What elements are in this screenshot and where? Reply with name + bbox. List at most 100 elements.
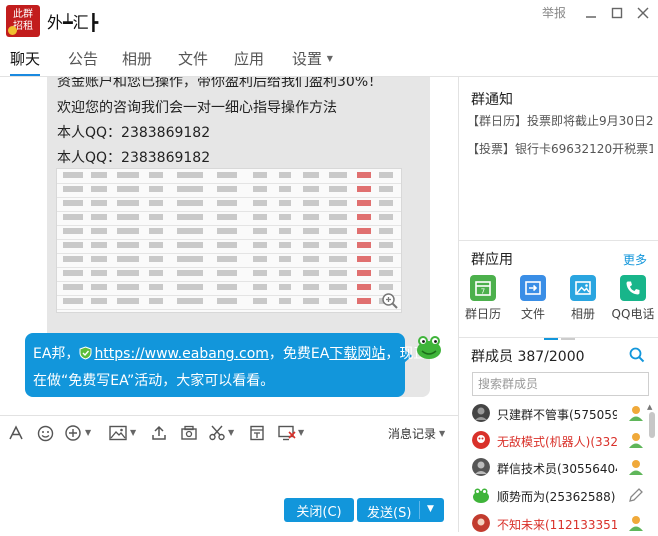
member-avatar — [473, 488, 489, 503]
member-avatar — [472, 404, 490, 422]
member-avatar — [472, 431, 490, 449]
minimize-icon[interactable] — [584, 6, 598, 20]
admin-icon — [629, 406, 643, 421]
screenshot-icon[interactable] — [179, 423, 199, 443]
tab-announcement[interactable]: 公告 — [68, 48, 98, 74]
member-list-item[interactable]: 无敌模式(机器人)(3328… — [472, 429, 652, 453]
chevron-down-icon[interactable]: ▼ — [130, 428, 136, 437]
group-name: 外┷汇┣ — [47, 13, 99, 32]
group-notice-item[interactable]: 【群日历】投票即将截止9月30日2… — [467, 112, 653, 129]
message-text-line: EA邦， https://www.eabang.com，免费EA下载网站，现正 — [33, 343, 427, 363]
message-prefix: EA邦， — [33, 346, 80, 362]
screenshot-table-row — [57, 295, 401, 310]
member-list-item[interactable]: 不知未来(1121333518) — [472, 512, 652, 536]
tab-files[interactable]: 文件 — [178, 48, 208, 74]
admin-icon — [629, 433, 643, 448]
report-button[interactable]: 举报 — [542, 4, 566, 21]
group-notice-item[interactable]: 【投票】银行卡69632120开税票15… — [467, 140, 653, 157]
shield-icon — [79, 346, 92, 360]
chevron-down-icon[interactable]: ▼ — [427, 504, 434, 514]
member-name: 顺势而为(25362588) — [497, 490, 616, 504]
app-qq-call[interactable]: QQ电话 — [608, 275, 658, 322]
chevron-down-icon[interactable]: ▼ — [228, 428, 234, 437]
message-mid: ，免费EA — [268, 346, 330, 362]
input-divider — [0, 415, 458, 416]
message-screenshot-image[interactable] — [56, 168, 402, 313]
screenshot-table-row — [57, 239, 401, 254]
upload-icon[interactable] — [149, 423, 169, 443]
svg-text:7: 7 — [481, 288, 485, 296]
tab-album[interactable]: 相册 — [122, 48, 152, 74]
member-list-item[interactable]: 只建群不管事(575059… — [472, 402, 652, 426]
message-underlined-text[interactable]: 下载网站 — [329, 346, 385, 362]
close-button[interactable]: 关闭(C) — [284, 498, 354, 522]
screenshot-table-row — [57, 169, 401, 184]
member-avatar — [472, 458, 490, 476]
chat-area[interactable]: 资金账户和您已操作，带你盈利后给我们盈利30%！ 欢迎您的咨询我们会一对一细心指… — [0, 77, 458, 415]
tab-bar: 聊天 公告 相册 文件 应用 设置 ▼ — [0, 48, 658, 76]
screenshot-table-row — [57, 211, 401, 226]
admin-icon — [629, 460, 643, 475]
member-search-input[interactable] — [472, 372, 649, 396]
member-name: 只建群不管事(575059… — [497, 408, 617, 422]
app-files[interactable]: 文件 — [508, 275, 558, 322]
member-avatar — [472, 514, 490, 532]
message-text-line: 欢迎您的咨询我们会一对一细心指导操作方法 — [57, 100, 337, 116]
avatar-ring-icon — [8, 26, 17, 35]
phone-icon — [620, 275, 646, 301]
member-list-item[interactable]: 群信技术员(30556404… — [472, 456, 652, 480]
member-name: 无敌模式(机器人)(3328… — [497, 435, 617, 449]
screenshot-table-row — [57, 225, 401, 240]
more-apps-link[interactable]: 更多 — [623, 251, 647, 268]
app-calendar[interactable]: 7 群日历 — [458, 275, 508, 322]
admin-icon — [629, 516, 643, 531]
app-label: 文件 — [520, 307, 545, 321]
screenshot-table-row — [57, 253, 401, 268]
tab-settings[interactable]: 设置 ▼ — [292, 48, 333, 74]
chevron-down-icon: ▼ — [439, 429, 446, 438]
gif-icon[interactable] — [63, 423, 83, 443]
chevron-down-icon[interactable]: ▼ — [298, 428, 304, 437]
emoji-icon[interactable] — [35, 423, 55, 443]
remote-assist-icon[interactable] — [277, 423, 297, 443]
message-link[interactable]: https://www.eabang.com — [94, 346, 268, 362]
image-icon[interactable] — [108, 423, 128, 443]
screenshot-table-row — [57, 197, 401, 212]
message-input[interactable] — [0, 448, 458, 494]
member-list-item[interactable]: 顺势而为(25362588) — [472, 484, 652, 508]
message-history-button[interactable]: 消息记录 ▼ — [388, 425, 445, 442]
tab-apps[interactable]: 应用 — [234, 48, 264, 74]
message-text-line: 在做“免费写EA”活动，大家可以看看。 — [33, 373, 275, 389]
zoom-in-icon[interactable] — [381, 292, 399, 310]
group-members-title: 群成员 387/2000 — [471, 349, 585, 365]
send-button-label: 发送(S) — [367, 506, 412, 521]
scissors-icon[interactable] — [207, 423, 227, 443]
maximize-icon[interactable] — [610, 6, 624, 20]
member-name: 群信技术员(30556404… — [497, 462, 617, 476]
close-icon[interactable] — [636, 6, 650, 20]
frog-avatar-icon[interactable] — [414, 332, 444, 362]
screenshot-table-row — [57, 281, 401, 296]
search-icon[interactable] — [629, 347, 645, 363]
group-avatar[interactable]: 此群招租 — [6, 5, 40, 37]
section-divider — [459, 337, 658, 338]
tab-chat[interactable]: 聊天 — [10, 48, 41, 76]
edit-icon[interactable] — [627, 486, 645, 504]
red-packet-icon[interactable] — [247, 423, 267, 443]
title-bar: 此群招租 外┷汇┣ 举报 — [0, 0, 658, 40]
section-divider — [459, 240, 658, 241]
file-transfer-icon — [520, 275, 546, 301]
font-icon[interactable] — [6, 423, 26, 443]
send-button[interactable]: 发送(S) ▼ — [357, 498, 444, 522]
photo-album-icon — [570, 275, 596, 301]
chevron-down-icon[interactable]: ▼ — [85, 428, 91, 437]
scrollbar-thumb[interactable] — [649, 412, 655, 438]
message-text-line: 本人QQ：2383869182 — [57, 150, 211, 166]
app-label: 相册 — [570, 307, 595, 321]
app-album[interactable]: 相册 — [558, 275, 608, 322]
message-bubble-sent: EA邦， https://www.eabang.com，免费EA下载网站，现正 在… — [25, 333, 427, 397]
tab-settings-label: 设置 — [292, 50, 323, 68]
group-apps-title: 群应用 — [471, 252, 513, 268]
chevron-down-icon: ▼ — [326, 54, 333, 63]
message-text-line: 资金账户和您已操作，带你盈利后给我们盈利30%！ — [57, 77, 383, 90]
